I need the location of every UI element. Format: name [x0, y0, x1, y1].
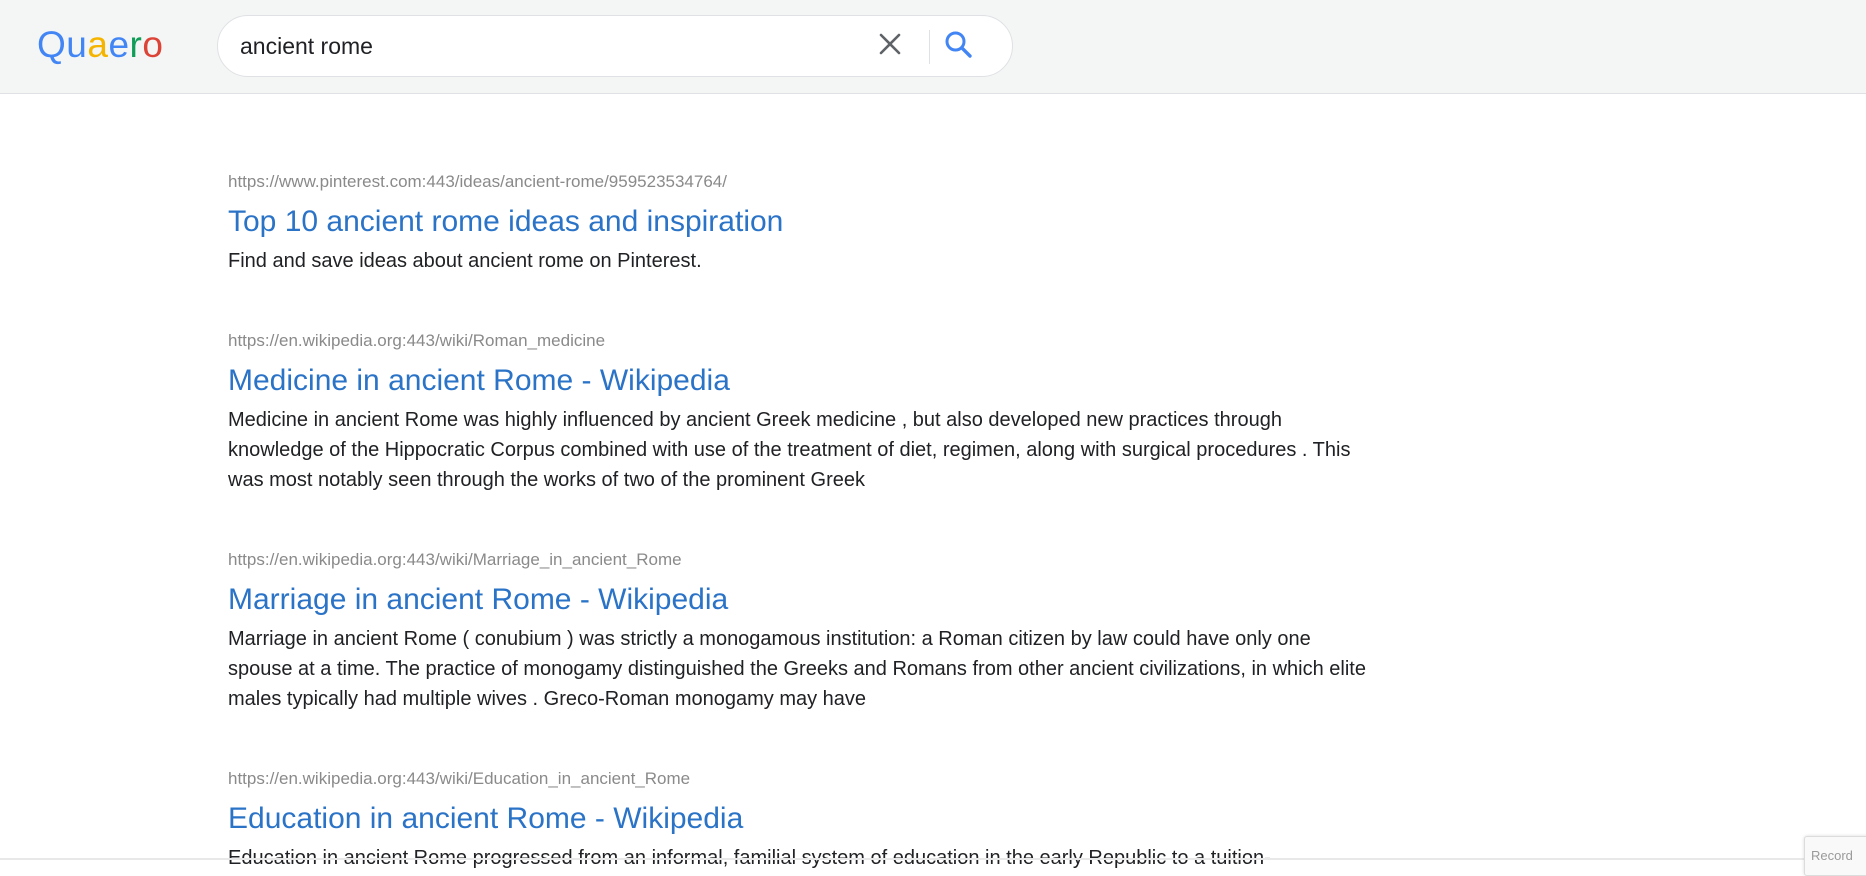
clear-search-button[interactable] [876, 30, 912, 66]
result-title-link[interactable]: Medicine in ancient Rome - Wikipedia [228, 363, 1378, 399]
result-title-link[interactable]: Top 10 ancient rome ideas and inspiratio… [228, 204, 1378, 240]
search-button[interactable] [942, 28, 978, 64]
result-url: https://en.wikipedia.org:443/wiki/Marria… [228, 550, 682, 569]
logo-letter: r [129, 24, 143, 65]
result-url: https://en.wikipedia.org:443/wiki/Roman_… [228, 331, 606, 350]
logo-letter: u [66, 24, 88, 65]
search-result: https://www.pinterest.com:443/ideas/anci… [228, 172, 1378, 276]
top-bar: Quaero [0, 0, 1866, 94]
search-input[interactable] [240, 30, 880, 62]
corner-widget-label: Record [1811, 848, 1853, 863]
logo-letter: e [108, 24, 130, 65]
search-result: https://en.wikipedia.org:443/wiki/Roman_… [228, 331, 1378, 495]
logo-letter: a [87, 24, 109, 65]
result-title-link[interactable]: Education in ancient Rome - Wikipedia [228, 801, 1378, 837]
result-snippet: Medicine in ancient Rome was highly infl… [228, 409, 1351, 491]
result-snippet: Marriage in ancient Rome ( conubium ) wa… [228, 628, 1366, 710]
result-snippet: Find and save ideas about ancient rome o… [228, 250, 702, 272]
search-result: https://en.wikipedia.org:443/wiki/Marria… [228, 550, 1378, 714]
logo-letter: o [142, 24, 164, 65]
result-url: https://www.pinterest.com:443/ideas/anci… [228, 172, 727, 191]
close-icon [879, 33, 901, 55]
search-icon [945, 31, 972, 58]
logo[interactable]: Quaero [37, 22, 163, 68]
result-title-link[interactable]: Marriage in ancient Rome - Wikipedia [228, 582, 1378, 618]
search-divider [929, 30, 930, 64]
result-url: https://en.wikipedia.org:443/wiki/Educat… [228, 769, 691, 788]
corner-widget[interactable]: Record [1804, 836, 1866, 876]
logo-letter: Q [37, 24, 67, 65]
